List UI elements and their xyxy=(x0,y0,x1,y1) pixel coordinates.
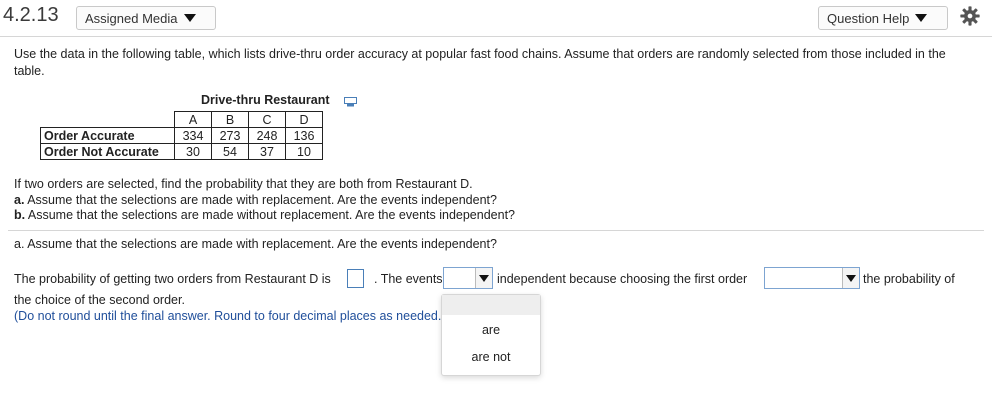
rounding-note: (Do not round until the final answer. Ro… xyxy=(14,309,444,323)
question-help-label: Question Help xyxy=(827,10,910,26)
independence-dropdown[interactable] xyxy=(443,267,493,289)
column-header: A xyxy=(174,111,212,128)
question-number: 4.2.13 xyxy=(3,4,59,26)
table-title: Drive-thru Restaurant xyxy=(201,93,330,107)
question-help-button[interactable]: Question Help xyxy=(818,6,948,30)
header-divider xyxy=(0,36,992,37)
question-intro: Use the data in the following table, whi… xyxy=(14,47,946,78)
part-b-text: Assume that the selections are made with… xyxy=(25,208,515,222)
copy-table-icon[interactable] xyxy=(344,97,357,107)
table-cell: 54 xyxy=(211,143,249,160)
row-header: Order Accurate xyxy=(40,127,175,144)
section-divider xyxy=(8,230,984,231)
question-prompt: If two orders are selected, find the pro… xyxy=(14,177,515,224)
answer-text-1: The probability of getting two orders fr… xyxy=(14,272,331,286)
table-corner xyxy=(40,111,175,128)
dropdown-menu: are are not xyxy=(441,294,541,376)
column-header: D xyxy=(285,111,323,128)
assigned-media-label: Assigned Media xyxy=(85,10,178,26)
option-are[interactable]: are xyxy=(442,323,540,337)
table-row: Order Not Accurate 30 54 37 10 xyxy=(40,143,323,160)
part-b-label: b. xyxy=(14,208,26,222)
table-cell: 334 xyxy=(174,127,212,144)
table-cell: 30 xyxy=(174,143,212,160)
caret-down-icon xyxy=(183,14,196,22)
assigned-media-button[interactable]: Assigned Media xyxy=(76,6,216,30)
dropdown-arrow-icon[interactable] xyxy=(475,268,492,288)
part-a-label: a. xyxy=(14,192,25,207)
table-header-row: A B C D xyxy=(40,111,323,128)
answer-text-2: . The events xyxy=(374,272,443,286)
gear-icon[interactable] xyxy=(959,5,981,27)
column-header: C xyxy=(248,111,286,128)
table-cell: 10 xyxy=(285,143,323,160)
table-cell: 248 xyxy=(248,127,286,144)
column-header: B xyxy=(211,111,249,128)
option-are-not[interactable]: are not xyxy=(442,350,540,364)
data-table: A B C D Order Accurate 334 273 248 136 O… xyxy=(40,111,323,160)
effect-dropdown[interactable] xyxy=(764,267,860,289)
probability-input[interactable] xyxy=(347,269,364,288)
table-cell: 136 xyxy=(285,127,323,144)
table-row: Order Accurate 334 273 248 136 xyxy=(40,127,323,144)
answer-text-3: independent because choosing the first o… xyxy=(497,272,748,286)
table-cell: 273 xyxy=(211,127,249,144)
part-a-prompt: a. Assume that the selections are made w… xyxy=(14,193,515,209)
answer-text-4: the probability of xyxy=(863,272,955,286)
dropdown-arrow-icon[interactable] xyxy=(842,268,859,288)
caret-down-icon xyxy=(915,14,928,22)
part-a-text: Assume that the selections are made with… xyxy=(24,192,497,207)
table-cell: 37 xyxy=(248,143,286,160)
row-header: Order Not Accurate xyxy=(40,143,175,160)
prompt-text: If two orders are selected, find the pro… xyxy=(14,177,473,191)
part-b-prompt: b. Assume that the selections are made w… xyxy=(14,208,515,224)
answer-text-5: the choice of the second order. xyxy=(14,293,185,307)
answer-heading: a. Assume that the selections are made w… xyxy=(14,237,497,251)
menu-highlight xyxy=(442,295,540,315)
